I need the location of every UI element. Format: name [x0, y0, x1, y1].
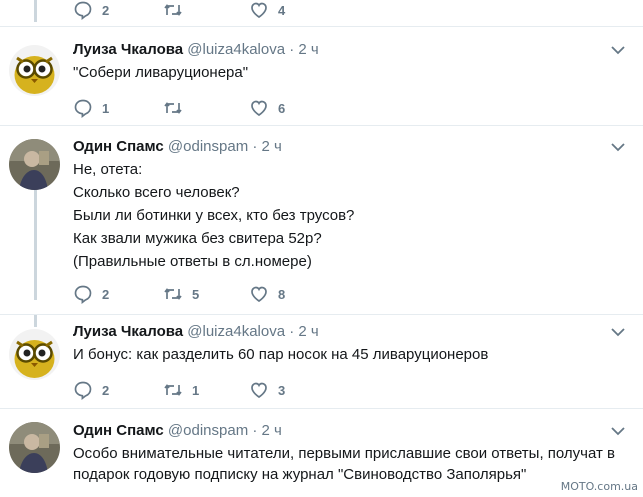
tweet[interactable]: Один Спамс @odinspam · 2 ч Особо внимате… — [0, 409, 643, 497]
separator-dot: · — [252, 422, 258, 439]
tweet-text: Особо внимательные читатели, первыми при… — [73, 443, 615, 485]
retweet-icon — [164, 288, 182, 300]
like-button[interactable]: 8 — [249, 284, 285, 304]
heart-icon — [251, 382, 267, 399]
tweet-line: Как звали мужика без свитера 52р? — [73, 230, 322, 247]
tweet[interactable]: Луиза Чкалова @luiza4kalova · 2 ч И бону… — [0, 315, 643, 409]
painting-avatar[interactable] — [9, 139, 60, 190]
reply-count: 2 — [102, 2, 110, 18]
retweet-button[interactable] — [163, 0, 192, 20]
author-handle[interactable]: @luiza4kalova — [187, 323, 285, 340]
heart-icon — [251, 100, 267, 117]
owl-avatar[interactable] — [9, 329, 60, 380]
separator-dot: · — [289, 323, 295, 340]
tweet-header: Луиза Чкалова @luiza4kalova · 2 ч — [73, 323, 319, 340]
tweet-header: Луиза Чкалова @luiza4kalova · 2 ч — [73, 41, 319, 58]
reply-icon — [74, 1, 92, 20]
author-name[interactable]: Луиза Чкалова — [73, 323, 183, 340]
retweet-button[interactable]: 5 — [163, 284, 199, 304]
reply-button[interactable]: 2 — [73, 284, 109, 304]
tweet-line: Сколько всего человек? — [73, 184, 240, 201]
timestamp[interactable]: 2 ч — [262, 422, 282, 439]
heart-icon — [251, 286, 267, 303]
reply-button[interactable]: 2 — [73, 0, 109, 20]
timestamp[interactable]: 2 ч — [298, 41, 318, 58]
reply-count: 2 — [102, 286, 110, 302]
watermark: MOTO.com.ua — [560, 480, 638, 493]
retweet-count: 5 — [192, 286, 200, 302]
tweet-line: (Правильные ответы в сл.номере) — [73, 253, 312, 270]
tweet-line: И бонус: как разделить 60 пар носок на 4… — [73, 346, 489, 363]
thread-line — [34, 190, 37, 300]
separator-dot: · — [289, 41, 295, 58]
separator-dot: · — [252, 138, 258, 155]
like-button[interactable]: 4 — [249, 0, 285, 20]
tweet-header: Один Спамс @odinspam · 2 ч — [73, 422, 282, 439]
timestamp[interactable]: 2 ч — [298, 323, 318, 340]
tweet-text: Не, отета: Сколько всего человек? Были л… — [73, 158, 354, 273]
like-count: 6 — [278, 100, 286, 116]
author-handle[interactable]: @odinspam — [168, 422, 248, 439]
author-handle[interactable]: @luiza4kalova — [187, 41, 285, 58]
tweet-text: "Собери ливаруционера" — [73, 62, 248, 84]
like-count: 8 — [278, 286, 286, 302]
reply-button[interactable]: 2 — [73, 380, 109, 400]
retweet-icon — [164, 102, 182, 114]
like-button[interactable]: 6 — [249, 98, 285, 118]
owl-avatar[interactable] — [9, 45, 60, 96]
chevron-down-icon[interactable] — [611, 142, 625, 152]
retweet-button[interactable]: 1 — [163, 380, 199, 400]
like-count: 3 — [278, 382, 286, 398]
reply-count: 2 — [102, 382, 110, 398]
author-name[interactable]: Луиза Чкалова — [73, 41, 183, 58]
author-name[interactable]: Один Спамс — [73, 138, 164, 155]
like-button[interactable]: 3 — [249, 380, 285, 400]
tweet[interactable]: Один Спамс @odinspam · 2 ч Не, отета: Ск… — [0, 126, 643, 315]
thread-line — [34, 315, 37, 327]
author-name[interactable]: Один Спамс — [73, 422, 164, 439]
tweet-line: Были ли ботинки у всех, кто без трусов? — [73, 207, 355, 224]
timestamp[interactable]: 2 ч — [262, 138, 282, 155]
tweet[interactable]: Луиза Чкалова @luiza4kalova · 2 ч "Собер… — [0, 28, 643, 126]
retweet-icon — [164, 384, 182, 396]
retweet-icon — [164, 4, 182, 16]
tweet-line: Особо внимательные читатели, первыми при… — [73, 445, 616, 462]
author-handle[interactable]: @odinspam — [168, 138, 248, 155]
like-count: 4 — [278, 2, 286, 18]
reply-count: 1 — [102, 100, 110, 116]
reply-icon — [74, 381, 92, 400]
previous-tweet-actions: 2 4 — [0, 0, 643, 27]
reply-button[interactable]: 1 — [73, 98, 109, 118]
tweet-line: "Собери ливаруционера" — [73, 64, 249, 81]
retweet-count: 1 — [192, 382, 200, 398]
tweet-text: И бонус: как разделить 60 пар носок на 4… — [73, 344, 488, 366]
chevron-down-icon[interactable] — [611, 426, 625, 436]
tweet-header: Один Спамс @odinspam · 2 ч — [73, 138, 282, 155]
tweet-line: подарок годовую подписку на журнал "Свин… — [73, 466, 527, 483]
painting-avatar[interactable] — [9, 422, 60, 473]
chevron-down-icon[interactable] — [611, 327, 625, 337]
reply-icon — [74, 285, 92, 304]
retweet-button[interactable] — [163, 98, 192, 118]
reply-icon — [74, 99, 92, 118]
heart-icon — [251, 2, 267, 19]
tweet-line: Не, отета: — [73, 161, 143, 178]
chevron-down-icon[interactable] — [611, 45, 625, 55]
